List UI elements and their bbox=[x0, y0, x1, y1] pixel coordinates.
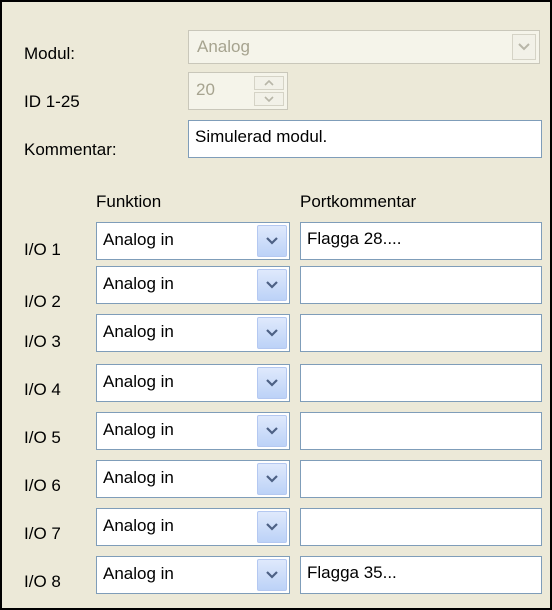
io-port-comment-input[interactable]: Flagga 35... bbox=[300, 556, 542, 594]
io-function-value: Analog in bbox=[103, 564, 174, 583]
comment-input[interactable]: Simulerad modul. bbox=[188, 120, 542, 158]
comment-label: Kommentar: bbox=[24, 140, 117, 159]
io-function-value: Analog in bbox=[103, 516, 174, 535]
io-port-comment-value: Flagga 28.... bbox=[307, 229, 402, 248]
id-spinner-value: 20 bbox=[196, 80, 215, 99]
io-function-select[interactable]: Analog in bbox=[96, 364, 290, 402]
io-label: I/O 3 bbox=[24, 332, 61, 351]
io-label: I/O 2 bbox=[24, 292, 61, 311]
chevron-down-icon[interactable] bbox=[257, 415, 287, 447]
io-label: I/O 1 bbox=[24, 240, 61, 259]
chevron-down-icon[interactable] bbox=[257, 367, 287, 399]
io-port-comment-input[interactable] bbox=[300, 508, 542, 546]
io-function-select[interactable]: Analog in bbox=[96, 266, 290, 304]
io-function-select[interactable]: Analog in bbox=[96, 508, 290, 546]
module-label: Modul: bbox=[24, 44, 76, 63]
io-label: I/O 8 bbox=[24, 572, 61, 591]
port-comment-column-header: Portkommentar bbox=[300, 192, 417, 211]
chevron-down-icon[interactable] bbox=[257, 559, 287, 591]
arrow-up-icon[interactable] bbox=[254, 76, 284, 90]
io-function-value: Analog in bbox=[103, 322, 174, 341]
io-label: I/O 5 bbox=[24, 428, 61, 447]
io-port-comment-input[interactable] bbox=[300, 412, 542, 450]
arrow-down-icon[interactable] bbox=[254, 92, 284, 106]
io-function-value: Analog in bbox=[103, 274, 174, 293]
io-port-comment-input[interactable] bbox=[300, 364, 542, 402]
io-function-value: Analog in bbox=[103, 420, 174, 439]
chevron-down-icon[interactable] bbox=[257, 317, 287, 349]
io-function-select[interactable]: Analog in bbox=[96, 314, 290, 352]
io-function-value: Analog in bbox=[103, 372, 174, 391]
io-function-select[interactable]: Analog in bbox=[96, 556, 290, 594]
io-port-comment-input[interactable] bbox=[300, 266, 542, 304]
module-select[interactable]: Analog bbox=[188, 30, 540, 64]
io-label: I/O 6 bbox=[24, 476, 61, 495]
module-select-value: Analog bbox=[197, 37, 250, 56]
function-column-header: Funktion bbox=[96, 192, 162, 211]
io-function-select[interactable]: Analog in bbox=[96, 222, 290, 260]
id-spinner[interactable]: 20 bbox=[188, 72, 288, 110]
module-settings-panel: Modul: Analog ID 1-25 20 Kommentar: Simu… bbox=[0, 0, 552, 610]
io-function-select[interactable]: Analog in bbox=[96, 412, 290, 450]
io-label: I/O 7 bbox=[24, 524, 61, 543]
io-function-value: Analog in bbox=[103, 468, 174, 487]
io-function-value: Analog in bbox=[103, 230, 174, 249]
id-label: ID 1-25 bbox=[24, 92, 80, 111]
chevron-down-icon[interactable] bbox=[512, 34, 536, 60]
chevron-down-icon[interactable] bbox=[257, 511, 287, 543]
io-function-select[interactable]: Analog in bbox=[96, 460, 290, 498]
io-port-comment-value: Flagga 35... bbox=[307, 563, 397, 582]
chevron-down-icon[interactable] bbox=[257, 463, 287, 495]
io-port-comment-input[interactable] bbox=[300, 460, 542, 498]
chevron-down-icon[interactable] bbox=[257, 269, 287, 301]
chevron-down-icon[interactable] bbox=[257, 225, 287, 257]
comment-input-value: Simulerad modul. bbox=[195, 127, 328, 146]
io-port-comment-input[interactable]: Flagga 28.... bbox=[300, 222, 542, 260]
io-label: I/O 4 bbox=[24, 380, 61, 399]
io-port-comment-input[interactable] bbox=[300, 314, 542, 352]
